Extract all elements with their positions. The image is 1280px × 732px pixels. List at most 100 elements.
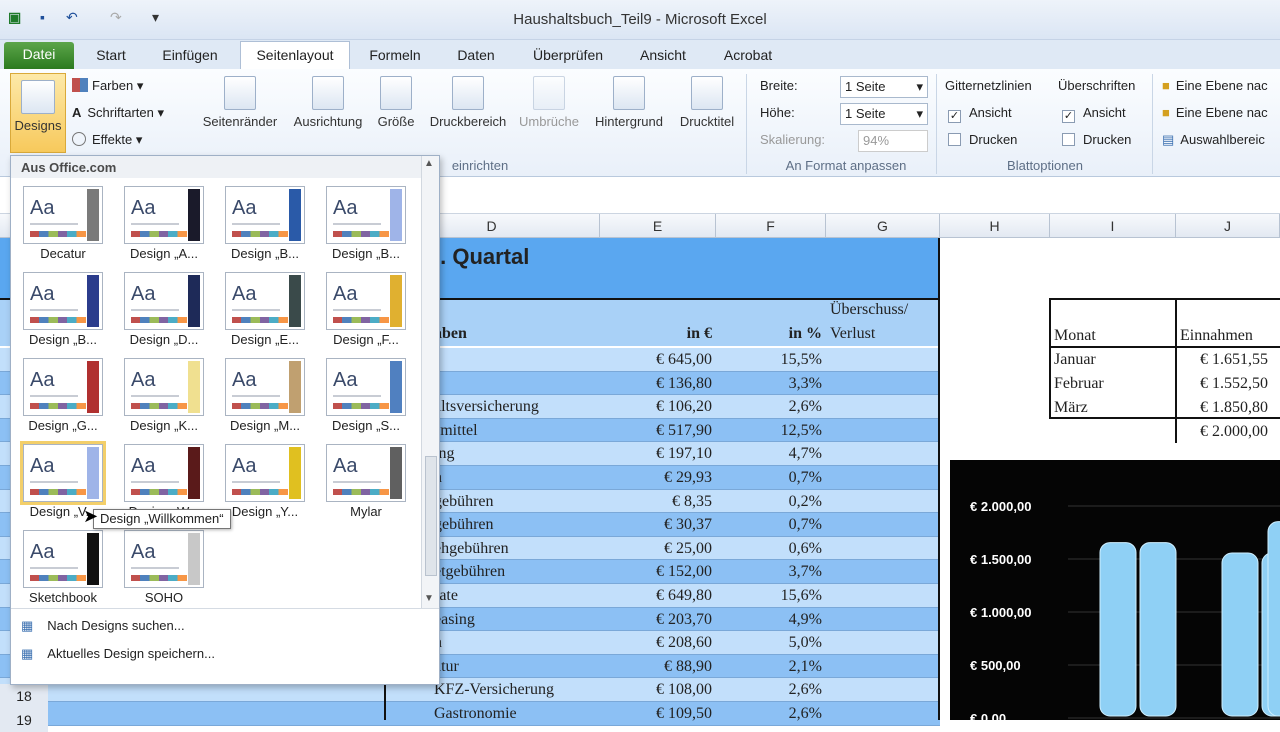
cell-f[interactable]: 2,6% bbox=[716, 702, 826, 726]
column-header-f[interactable]: F bbox=[716, 214, 826, 238]
designs-gallery-panel[interactable]: Aus Office.com ▲ ▼ Aa Decatur Aa Design „A.… bbox=[10, 155, 440, 685]
cell-d[interactable]: Gastronomie bbox=[430, 702, 521, 726]
cell-f[interactable]: 0,7% bbox=[716, 466, 826, 490]
scroll-down-icon[interactable]: ▼ bbox=[424, 593, 434, 604]
theme-thumbnail[interactable]: Aa bbox=[23, 530, 103, 588]
cell-e[interactable]: € 203,70 bbox=[600, 608, 716, 632]
theme-thumbnail[interactable]: Aa bbox=[326, 186, 406, 244]
tab-ansicht[interactable]: Ansicht bbox=[628, 45, 698, 69]
scroll-up-icon[interactable]: ▲ bbox=[424, 158, 434, 169]
income-value[interactable]: € 2.000,00 bbox=[1196, 420, 1272, 444]
theme-thumbnail[interactable]: Aa bbox=[225, 444, 305, 502]
theme-thumbnail[interactable]: Aa bbox=[23, 358, 103, 416]
tab-seitenlayout[interactable]: Seitenlayout bbox=[240, 41, 350, 69]
effekte-button[interactable]: Effekte ▾ bbox=[72, 132, 142, 148]
cell-e[interactable]: € 517,90 bbox=[600, 419, 716, 443]
gitter-ansicht-checkbox[interactable]: ✓ Ansicht bbox=[948, 105, 1012, 123]
ueberschr-drucken-checkbox[interactable]: Drucken bbox=[1062, 132, 1131, 147]
groesse-button[interactable]: Größe bbox=[374, 76, 418, 129]
theme-thumbnail[interactable]: Aa bbox=[326, 358, 406, 416]
gitter-drucken-checkbox[interactable]: Drucken bbox=[948, 132, 1017, 147]
ueberschr-ansicht-checkbox[interactable]: ✓ Ansicht bbox=[1062, 105, 1126, 123]
theme-thumbnail[interactable]: Aa bbox=[225, 186, 305, 244]
income-month[interactable]: März bbox=[1050, 396, 1092, 420]
schriftarten-button[interactable]: A Schriftarten ▾ bbox=[72, 105, 164, 121]
theme-thumbnail[interactable]: Aa bbox=[23, 272, 103, 330]
tab-ueberpruefen[interactable]: Überprüfen bbox=[520, 45, 616, 69]
ausrichtung-button[interactable]: Ausrichtung bbox=[287, 76, 369, 129]
row-number-18[interactable]: 18 bbox=[0, 684, 48, 708]
chart-bar[interactable] bbox=[1267, 521, 1280, 717]
cell-e[interactable]: € 197,10 bbox=[600, 442, 716, 466]
income-chart[interactable]: € 2.000,00 € 1.500,00 € 1.000,00 € 500,00 € … bbox=[950, 460, 1280, 726]
income-month[interactable] bbox=[1050, 420, 1058, 444]
cell-f[interactable]: 0,2% bbox=[716, 490, 826, 514]
cell-e[interactable]: € 88,90 bbox=[600, 655, 716, 679]
hintergrund-button[interactable]: Hintergrund bbox=[588, 76, 670, 129]
auswahl-button[interactable]: ▤ Auswahlbereic bbox=[1162, 132, 1265, 148]
theme-thumbnail[interactable]: Aa bbox=[124, 272, 204, 330]
column-header-j[interactable]: J bbox=[1176, 214, 1280, 238]
theme-thumbnail[interactable]: Aa bbox=[124, 186, 204, 244]
cell-d[interactable]: gebühren bbox=[430, 490, 498, 514]
ebene-zurueck-button[interactable]: ■ Eine Ebene nac bbox=[1162, 105, 1268, 120]
cell-f[interactable]: 15,6% bbox=[716, 584, 826, 608]
income-value[interactable]: € 1.850,80 bbox=[1196, 396, 1272, 420]
theme-thumbnail[interactable]: Aa bbox=[124, 530, 204, 588]
druckbereich-button[interactable]: Druckbereich bbox=[424, 76, 512, 129]
income-month[interactable]: Februar bbox=[1050, 372, 1108, 396]
column-header-e[interactable]: E bbox=[600, 214, 716, 238]
cell-f[interactable]: 2,6% bbox=[716, 678, 826, 702]
farben-button[interactable]: Farben ▾ bbox=[72, 78, 143, 94]
cell-f[interactable]: 3,7% bbox=[716, 560, 826, 584]
theme-thumbnail[interactable]: Aa bbox=[124, 358, 204, 416]
tab-datei[interactable]: Datei bbox=[4, 42, 74, 69]
theme-thumbnail[interactable]: Aa bbox=[20, 441, 106, 505]
cell-e[interactable]: € 106,20 bbox=[600, 395, 716, 419]
cell-d[interactable]: ehgebühren bbox=[430, 537, 513, 561]
tab-start[interactable]: Start bbox=[86, 45, 136, 69]
cell-f[interactable]: 4,7% bbox=[716, 442, 826, 466]
cell-f[interactable]: 4,9% bbox=[716, 608, 826, 632]
tab-daten[interactable]: Daten bbox=[444, 45, 508, 69]
cell-f[interactable]: 12,5% bbox=[716, 419, 826, 443]
cell-e[interactable]: € 29,93 bbox=[600, 466, 716, 490]
chart-bar[interactable] bbox=[1221, 552, 1259, 717]
tab-formeln[interactable]: Formeln bbox=[360, 45, 430, 69]
hoehe-select[interactable]: 1 Seite ▾ bbox=[840, 103, 928, 125]
cell-e[interactable]: € 8,35 bbox=[600, 490, 716, 514]
column-header-g[interactable]: G bbox=[826, 214, 940, 238]
theme-thumbnail[interactable]: Aa bbox=[23, 186, 103, 244]
theme-thumbnail[interactable]: Aa bbox=[225, 358, 305, 416]
theme-thumbnail[interactable]: Aa bbox=[225, 272, 305, 330]
search-designs-item[interactable]: ▦ Nach Designs suchen... bbox=[21, 618, 185, 634]
column-header-h[interactable]: H bbox=[940, 214, 1050, 238]
cell-f[interactable]: 3,3% bbox=[716, 372, 826, 396]
cell-e[interactable]: € 108,00 bbox=[600, 678, 716, 702]
cell-f[interactable]: 15,5% bbox=[716, 348, 826, 372]
chart-bar[interactable] bbox=[1139, 542, 1177, 717]
umbrueche-button[interactable]: Umbrüche bbox=[514, 76, 584, 129]
tab-acrobat[interactable]: Acrobat bbox=[710, 45, 786, 69]
cell-f[interactable]: 2,1% bbox=[716, 655, 826, 679]
income-value[interactable]: € 1.651,55 bbox=[1196, 348, 1272, 372]
skalierung-input[interactable]: 94% bbox=[858, 130, 928, 152]
cell-d[interactable]: etgebühren bbox=[430, 560, 509, 584]
tab-einfuegen[interactable]: Einfügen bbox=[150, 45, 230, 69]
scroll-thumb[interactable] bbox=[425, 456, 437, 576]
cell-f[interactable]: 2,6% bbox=[716, 395, 826, 419]
cell-d[interactable]: gebühren bbox=[430, 513, 498, 537]
cell-e[interactable]: € 208,60 bbox=[600, 631, 716, 655]
column-header-i[interactable]: I bbox=[1050, 214, 1176, 238]
gallery-scrollbar[interactable]: ▲ ▼ bbox=[421, 156, 439, 608]
cell-e[interactable]: € 30,37 bbox=[600, 513, 716, 537]
designs-button[interactable]: Designs bbox=[10, 73, 66, 153]
ebene-vor-button[interactable]: ■ Eine Ebene nac bbox=[1162, 78, 1268, 93]
theme-thumbnail[interactable]: Aa bbox=[326, 272, 406, 330]
drucktitel-button[interactable]: Drucktitel bbox=[672, 76, 742, 129]
cell-e[interactable]: € 109,50 bbox=[600, 702, 716, 726]
save-design-item[interactable]: ▦ Aktuelles Design speichern... bbox=[21, 646, 215, 662]
cell-e[interactable]: € 152,00 bbox=[600, 560, 716, 584]
cell-f[interactable]: 0,6% bbox=[716, 537, 826, 561]
cell-f[interactable]: 5,0% bbox=[716, 631, 826, 655]
